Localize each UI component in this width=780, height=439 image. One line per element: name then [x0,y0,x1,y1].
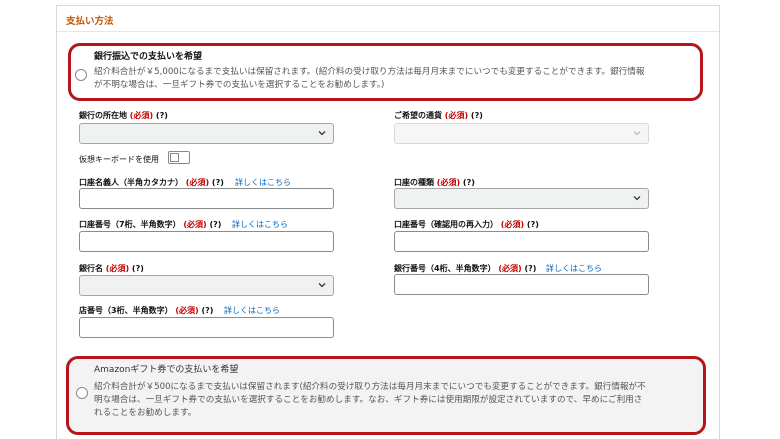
branch-number-label: 店番号（3桁、半角数字） (必須) (?) [79,306,214,315]
bank-transfer-radio[interactable] [75,69,87,81]
bank-name-select[interactable] [79,275,334,296]
gift-card-title: Amazonギフト券での支払いを希望 [94,365,239,375]
bank-number-details-link[interactable]: 詳しくはこちら [546,263,602,274]
bank-transfer-option[interactable]: 銀行振込での支払いを希望 紹介料合計が￥5,000になるまで支払いは保留されます… [68,43,703,101]
gift-card-desc-line2: 明な場合は、一旦ギフト券での支払いを選択することをお勧めします。なお、ギフト券に… [94,395,643,405]
chevron-down-icon [318,129,326,137]
account-number-confirm-label: 口座番号（確認用の再入力） (必須) (?) [394,220,539,229]
bank-transfer-desc-line2: が不明な場合は、一旦ギフト券での支払いを選択することをお勧めします。) [94,80,385,90]
gift-card-option[interactable]: Amazonギフト券での支払いを希望 紹介料合計が￥500になるまで支払いは保留… [66,356,706,435]
branch-number-input[interactable] [79,317,334,338]
account-type-select[interactable] [394,188,649,209]
virtual-keyboard-label: 仮想キーボードを使用 [79,155,159,164]
currency-label: ご希望の通貨 (必須) (?) [394,111,483,120]
section-title: 支払い方法 [66,16,114,27]
chevron-down-icon [633,194,641,202]
chevron-down-icon [318,281,326,289]
branch-number-details-link[interactable]: 詳しくはこちら [224,305,280,316]
gift-card-desc-line1: 紹介料合計が￥500になるまで支払いは保留されます(紹介料の受け取り方法は毎月月… [94,382,646,392]
bank-name-label: 銀行名 (必須) (?) [79,264,144,273]
account-holder-details-link[interactable]: 詳しくはこちら [235,177,291,188]
account-number-details-link[interactable]: 詳しくはこちら [232,219,288,230]
account-number-confirm-input[interactable] [394,231,649,252]
bank-location-select[interactable] [79,123,334,144]
account-holder-label: 口座名義人（半角カタカナ） (必須) (?) [79,178,224,187]
bank-location-label: 銀行の所在地 (必須) (?) [79,111,168,120]
bank-transfer-desc-line1: 紹介料合計が￥5,000になるまで支払いは保留されます。(紹介料の受け取り方法は… [94,67,645,77]
chevron-down-icon [633,129,641,137]
divider [57,31,719,32]
bank-transfer-title: 銀行振込での支払いを希望 [94,52,203,62]
toggle-knob [170,153,179,162]
account-holder-input[interactable] [79,188,334,209]
bank-number-label: 銀行番号（4桁、半角数字） (必須) (?) [394,264,537,273]
account-type-label: 口座の種類 (必須) (?) [394,178,475,187]
virtual-keyboard-toggle[interactable] [168,151,190,164]
account-number-input[interactable] [79,231,334,252]
gift-card-radio[interactable] [76,387,88,399]
account-number-label: 口座番号（7桁、半角数字） (必須) (?) [79,220,222,229]
currency-select[interactable] [394,123,649,144]
gift-card-desc-line3: れることをお勧めします。 [94,408,197,418]
bank-number-input[interactable] [394,274,649,295]
